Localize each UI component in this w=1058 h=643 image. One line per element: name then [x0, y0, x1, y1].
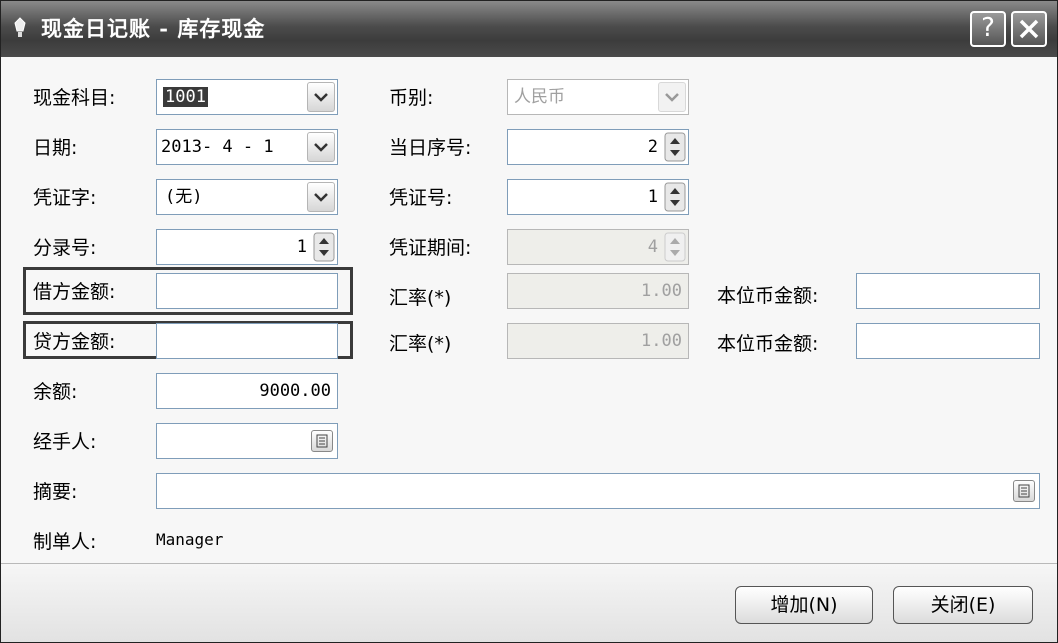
list-picker-icon[interactable] [311, 430, 333, 452]
spinner-icon[interactable] [664, 232, 686, 262]
voucher-period-value: 4 [647, 237, 658, 257]
rate1-label: 汇率(*) [389, 287, 452, 309]
entry-no-spinner[interactable]: 1 [156, 229, 338, 265]
chevron-down-icon[interactable] [658, 82, 686, 112]
preparer-value: Manager [156, 530, 224, 549]
handler-input[interactable] [156, 423, 338, 459]
help-icon: ? [981, 13, 995, 43]
local-amount2-label: 本位币金额: [717, 333, 819, 355]
entry-no-label: 分录号: [33, 237, 97, 259]
pen-icon [14, 17, 26, 37]
chevron-down-icon[interactable] [307, 82, 335, 112]
close-button[interactable]: 关闭(E) [893, 586, 1033, 624]
voucher-no-label: 凭证号: [389, 187, 453, 209]
preparer-label: 制单人: [33, 531, 97, 553]
credit-amount-label: 贷方金额: [33, 331, 116, 353]
local-amount2-input[interactable] [856, 323, 1040, 359]
voucher-word-label: 凭证字: [33, 187, 97, 209]
credit-amount-input[interactable] [156, 323, 338, 359]
voucher-period-label: 凭证期间: [389, 237, 472, 259]
daily-seq-label: 当日序号: [389, 137, 472, 159]
local-amount1-input[interactable] [856, 273, 1040, 309]
currency-select[interactable]: 人民币 [507, 79, 689, 115]
chevron-down-icon[interactable] [307, 132, 335, 162]
close-window-button[interactable] [1011, 11, 1047, 47]
summary-label: 摘要: [33, 481, 78, 503]
cash-journal-dialog: 现金日记账 - 库存现金 ? 现金科目: 1001 日期: 2013- 4 - … [0, 0, 1058, 643]
cash-account-label: 现金科目: [33, 87, 116, 109]
button-bar: 增加(N) 关闭(E) [1, 564, 1057, 642]
voucher-period-spinner[interactable]: 4 [507, 229, 689, 265]
balance-field[interactable]: 9000.00 [156, 373, 338, 409]
spinner-icon[interactable] [313, 232, 335, 262]
voucher-no-value: 1 [647, 187, 658, 207]
title-bar: 现金日记账 - 库存现金 ? [1, 1, 1057, 57]
window-title: 现金日记账 - 库存现金 [41, 16, 266, 41]
cash-account-select[interactable]: 1001 [156, 79, 338, 115]
local-amount1-label: 本位币金额: [717, 285, 819, 307]
rate1-value: 1.00 [641, 281, 682, 301]
cash-account-value: 1001 [163, 87, 208, 107]
rate1-field[interactable]: 1.00 [507, 273, 689, 309]
rate2-value: 1.00 [641, 331, 682, 351]
debit-amount-label: 借方金额: [33, 281, 116, 303]
spinner-icon[interactable] [664, 182, 686, 212]
daily-seq-value: 2 [647, 137, 658, 157]
entry-no-value: 1 [296, 237, 307, 257]
chevron-down-icon[interactable] [307, 182, 335, 212]
debit-amount-input[interactable] [156, 273, 338, 309]
balance-label: 余额: [33, 381, 78, 403]
voucher-no-spinner[interactable]: 1 [507, 179, 689, 215]
list-picker-icon[interactable] [1013, 480, 1035, 502]
rate2-label: 汇率(*) [389, 333, 452, 355]
rate2-field[interactable]: 1.00 [507, 323, 689, 359]
summary-input[interactable] [156, 473, 1040, 509]
handler-label: 经手人: [33, 431, 97, 453]
add-button[interactable]: 增加(N) [735, 586, 873, 624]
voucher-word-select[interactable]: (无) [156, 179, 338, 215]
date-label: 日期: [33, 137, 78, 159]
balance-value: 9000.00 [259, 381, 331, 401]
currency-label: 币别: [389, 87, 434, 109]
spinner-icon[interactable] [664, 132, 686, 162]
daily-seq-spinner[interactable]: 2 [507, 129, 689, 165]
currency-value: 人民币 [514, 87, 565, 107]
date-value: 2013- 4 - 1 [161, 137, 274, 157]
close-icon [1019, 19, 1039, 39]
help-button[interactable]: ? [970, 11, 1006, 47]
date-picker[interactable]: 2013- 4 - 1 [156, 129, 338, 165]
voucher-word-value: (无) [165, 187, 203, 207]
